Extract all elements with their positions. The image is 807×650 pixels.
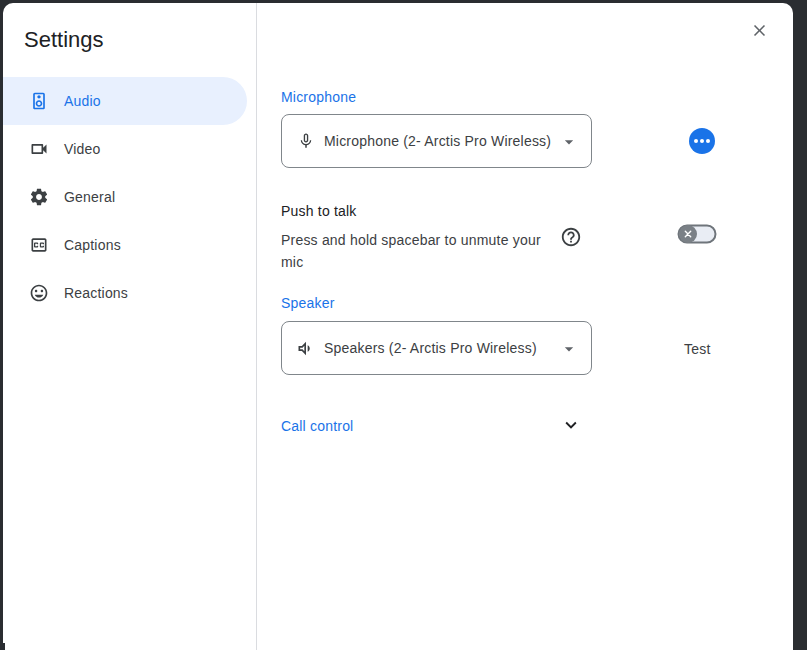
sidebar-item-label: Audio xyxy=(64,93,101,109)
gear-icon xyxy=(29,187,49,207)
sidebar-item-label: Captions xyxy=(64,237,121,253)
sidebar-item-label: General xyxy=(64,189,115,205)
speaker-icon xyxy=(29,91,49,111)
audio-settings-panel: Microphone Microphone (2- Arctis Pro Wir… xyxy=(257,3,793,650)
mic-more-options-button[interactable] xyxy=(689,128,715,154)
speaker-select[interactable]: Speakers (2- Arctis Pro Wireless) xyxy=(281,321,592,375)
sidebar-item-captions[interactable]: Captions xyxy=(3,221,247,269)
settings-nav: Audio Video General Captions xyxy=(3,77,256,317)
microphone-label: Microphone xyxy=(281,89,356,105)
dropdown-arrow-icon xyxy=(559,132,579,152)
smiley-icon xyxy=(29,283,49,303)
close-button[interactable] xyxy=(750,21,769,40)
sidebar-item-audio[interactable]: Audio xyxy=(3,77,247,125)
chevron-down-icon[interactable] xyxy=(560,414,582,436)
dropdown-arrow-icon xyxy=(559,339,579,359)
sidebar-item-label: Reactions xyxy=(64,285,128,301)
sidebar-item-general[interactable]: General xyxy=(3,173,247,221)
speaker-label: Speaker xyxy=(281,295,335,311)
call-control-label[interactable]: Call control xyxy=(281,418,353,434)
dialog-title: Settings xyxy=(24,25,256,55)
captions-icon xyxy=(29,235,49,255)
microphone-select[interactable]: Microphone (2- Arctis Pro Wireless) xyxy=(281,114,592,168)
volume-icon xyxy=(296,338,316,358)
settings-sidebar: Settings Audio Video General xyxy=(3,3,257,650)
sidebar-item-reactions[interactable]: Reactions xyxy=(3,269,247,317)
sidebar-item-video[interactable]: Video xyxy=(3,125,247,173)
close-icon xyxy=(750,21,769,40)
push-to-talk-toggle[interactable] xyxy=(677,223,717,245)
sidebar-item-label: Video xyxy=(64,141,101,157)
push-to-talk-title: Push to talk xyxy=(281,203,357,219)
mic-icon xyxy=(296,131,316,151)
microphone-value: Microphone (2- Arctis Pro Wireless) xyxy=(324,133,551,149)
help-icon[interactable] xyxy=(560,226,582,248)
push-to-talk-description: Press and hold spacebar to unmute your m… xyxy=(281,229,543,273)
settings-dialog: Settings Audio Video General xyxy=(3,3,793,650)
speaker-test-button[interactable]: Test xyxy=(684,341,710,357)
videocam-icon xyxy=(29,139,49,159)
speaker-value: Speakers (2- Arctis Pro Wireless) xyxy=(324,340,537,356)
cursor-artifact xyxy=(0,643,5,650)
